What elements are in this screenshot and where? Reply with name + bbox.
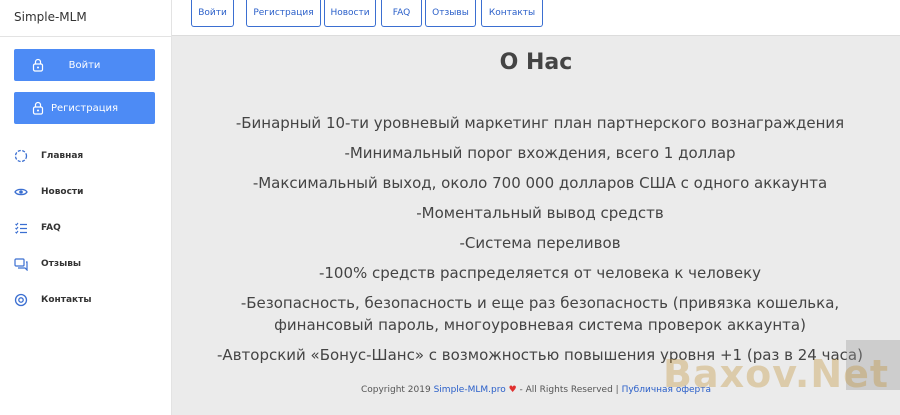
feature-line: -Система переливов (459, 234, 621, 252)
tab-contacts[interactable]: Контакты (481, 0, 543, 27)
brand-logo[interactable]: Simple-MLM (0, 0, 171, 37)
register-button[interactable]: Регистрация (14, 92, 155, 124)
chat-icon (14, 258, 28, 271)
sidebar-item-label: Новости (41, 187, 84, 197)
sidebar-nav: Главная Новости FAQ Отзывы Контакты (14, 138, 164, 318)
footer-rights: - All Rights Reserved | (519, 385, 619, 395)
feature-line: -Максимальный выход, около 700 000 долла… (252, 174, 828, 192)
page-title: О Нас (499, 50, 573, 75)
tab-login[interactable]: Войти (191, 0, 234, 27)
watermark: Baxov.Net (663, 352, 890, 396)
top-navigation: Войти Регистрация Новости FAQ Отзывы Кон… (172, 0, 900, 36)
sidebar-item-reviews[interactable]: Отзывы (14, 246, 164, 282)
heart-icon: ♥ (508, 385, 517, 395)
sidebar-item-label: Отзывы (41, 259, 82, 269)
tab-register[interactable]: Регистрация (246, 0, 321, 27)
eye-icon (14, 188, 28, 196)
feature-line: -Безопасность, безопасность и еще раз бе… (240, 294, 840, 334)
footer-copyright: Copyright 2019 (360, 385, 431, 395)
sidebar-item-label: Контакты (41, 295, 92, 305)
sidebar-item-faq[interactable]: FAQ (14, 210, 164, 246)
feature-line: -Бинарный 10-ти уровневый маркетинг план… (235, 114, 845, 132)
about-content: -Бинарный 10-ти уровневый маркетинг план… (190, 112, 890, 374)
feature-line: -Минимальный порог вхождения, всего 1 до… (344, 144, 736, 162)
sidebar-item-news[interactable]: Новости (14, 174, 164, 210)
feature-line: -Моментальный вывод средств (416, 204, 664, 222)
tab-news[interactable]: Новости (324, 0, 376, 27)
login-button-label: Войти (68, 59, 101, 71)
login-button[interactable]: Войти (14, 49, 155, 81)
feature-line: -100% средств распределяется от человека… (318, 264, 762, 282)
footer-site-link[interactable]: Simple-MLM.pro (434, 385, 506, 395)
support-icon (14, 293, 28, 307)
lock-icon (32, 101, 44, 115)
tab-reviews[interactable]: Отзывы (425, 0, 476, 27)
sidebar: Simple-MLM Войти Регистрация Главная Нов… (0, 0, 172, 415)
list-icon (15, 222, 27, 234)
sidebar-item-contacts[interactable]: Контакты (14, 282, 164, 318)
globe-icon (14, 149, 28, 163)
lock-icon (32, 58, 44, 72)
tab-faq[interactable]: FAQ (381, 0, 422, 27)
sidebar-item-home[interactable]: Главная (14, 138, 164, 174)
register-button-label: Регистрация (50, 102, 119, 114)
sidebar-item-label: Главная (41, 151, 84, 161)
sidebar-item-label: FAQ (41, 223, 61, 233)
